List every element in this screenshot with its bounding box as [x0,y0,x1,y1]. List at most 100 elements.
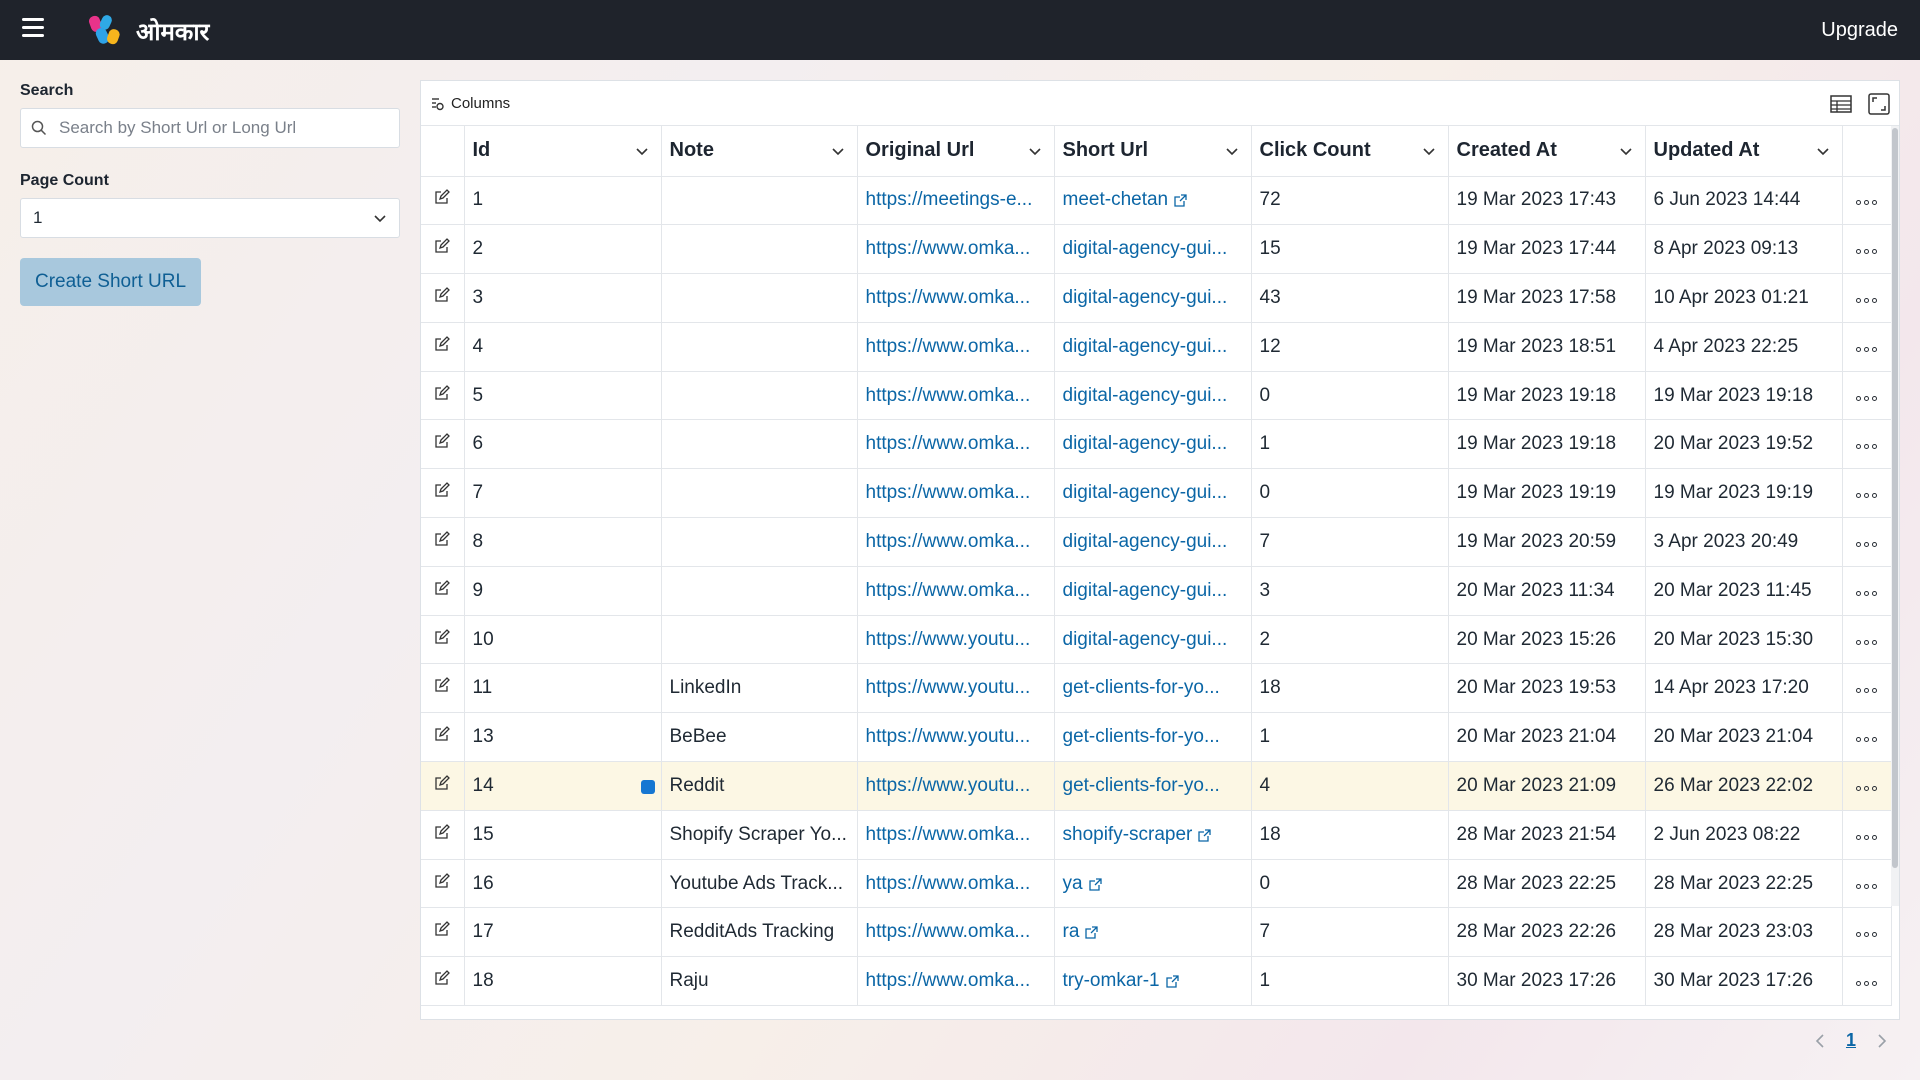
row-actions-cell[interactable] [1842,419,1892,470]
short-url-link[interactable]: ya [1063,873,1083,894]
more-icon[interactable] [1856,932,1877,938]
edit-cell[interactable] [421,371,465,421]
columns-button[interactable]: Columns [431,95,510,112]
create-short-url-button[interactable]: Create Short URL [20,258,202,306]
table-row[interactable]: 10 https://www.youtu... digital-agency-gui… [421,615,1892,665]
chevron-down-icon[interactable] [831,144,845,158]
short-url-link[interactable]: digital-agency-gui... [1063,336,1228,357]
edit-icon[interactable] [434,238,451,254]
density-icon[interactable] [1829,92,1853,116]
edit-cell[interactable] [421,224,465,275]
column-header-original-url[interactable]: Original Url [857,126,1055,177]
edit-cell[interactable] [421,663,465,714]
more-icon[interactable] [1856,737,1877,743]
edit-icon[interactable] [434,189,451,205]
short-url-link[interactable]: get-clients-for-yo... [1063,677,1220,698]
edit-cell[interactable] [421,176,465,226]
original-url-link[interactable]: https://www.omka... [866,287,1031,308]
external-link-icon[interactable] [1165,975,1179,988]
more-icon[interactable] [1856,249,1877,255]
column-header-click-count[interactable]: Click Count [1251,126,1449,177]
original-url-link[interactable]: https://www.omka... [866,531,1031,552]
row-actions-cell[interactable] [1842,663,1892,714]
row-actions-cell[interactable] [1842,176,1892,226]
original-url-link[interactable]: https://www.youtu... [866,775,1031,796]
table-row[interactable]: 4 https://www.omka... digital-agency-gui..… [421,322,1892,372]
row-actions-cell[interactable] [1842,810,1892,860]
row-actions-cell[interactable] [1842,517,1892,567]
more-icon[interactable] [1856,883,1877,889]
more-icon[interactable] [1856,200,1877,206]
short-url-link[interactable]: digital-agency-gui... [1063,287,1228,308]
chevron-down-icon[interactable] [1225,144,1239,158]
edit-icon[interactable] [434,823,451,840]
edit-icon[interactable] [434,726,451,742]
edit-cell[interactable] [421,615,465,665]
short-url-link[interactable]: digital-agency-gui... [1063,580,1228,601]
table-row[interactable]: 15 Shopify Scraper Yo... https://www.omka.… [421,810,1892,860]
short-url-link[interactable]: try-omkar-1 [1063,970,1160,991]
more-icon[interactable] [1856,785,1877,791]
column-header-note[interactable]: Note [661,126,858,177]
row-actions-cell[interactable] [1842,322,1892,372]
short-url-link[interactable]: meet-chetan [1063,189,1169,210]
more-icon[interactable] [1856,444,1877,450]
chevron-down-icon[interactable] [1422,144,1436,158]
edit-cell[interactable] [421,956,465,1007]
original-url-link[interactable]: https://www.omka... [866,482,1031,503]
table-row[interactable]: 9 https://www.omka... digital-agency-gui..… [421,566,1892,616]
row-actions-cell[interactable] [1842,224,1892,275]
table-row[interactable]: 11 LinkedIn https://www.youtu... get-client… [421,663,1892,714]
more-icon[interactable] [1856,395,1877,401]
row-actions-cell[interactable] [1842,907,1892,958]
search-field[interactable] [20,108,400,148]
more-icon[interactable] [1856,541,1877,547]
edit-cell[interactable] [421,273,465,323]
external-link-icon[interactable] [1174,194,1187,208]
external-link-icon[interactable] [1088,877,1102,891]
edit-cell[interactable] [421,517,465,567]
short-url-link[interactable]: digital-agency-gui... [1063,433,1228,454]
original-url-link[interactable]: https://www.omka... [866,970,1031,991]
next-page-icon[interactable] [1876,1033,1888,1049]
table-row[interactable]: 3 https://www.omka... digital-agency-gui..… [421,273,1892,323]
edit-cell[interactable] [421,712,465,763]
prev-page-icon[interactable] [1814,1033,1826,1049]
edit-cell[interactable] [421,468,465,519]
chevron-down-icon[interactable] [1619,144,1633,158]
short-url-link[interactable]: get-clients-for-yo... [1063,775,1220,796]
checkbox-icon[interactable] [640,780,655,795]
table-row[interactable]: 18 Raju https://www.omka... try-omkar-1 1 30 … [421,956,1892,1007]
upgrade-link[interactable]: Upgrade [1821,19,1898,42]
original-url-link[interactable]: https://www.omka... [866,873,1031,894]
row-actions-cell[interactable] [1842,956,1892,1007]
original-url-link[interactable]: https://www.omka... [866,336,1031,357]
edit-cell[interactable] [421,419,465,470]
short-url-link[interactable]: digital-agency-gui... [1063,385,1228,406]
original-url-link[interactable]: https://www.omka... [866,921,1031,942]
short-url-link[interactable]: get-clients-for-yo... [1063,726,1220,747]
search-input[interactable] [59,118,379,138]
edit-cell[interactable] [421,761,465,811]
original-url-link[interactable]: https://meetings-e... [866,189,1033,210]
original-url-link[interactable]: https://www.youtu... [866,629,1031,650]
edit-cell[interactable] [421,322,465,372]
edit-icon[interactable] [434,677,451,693]
edit-icon[interactable] [434,335,451,352]
external-link-icon[interactable] [1198,829,1212,842]
row-actions-cell[interactable] [1842,468,1892,519]
edit-cell[interactable] [421,810,465,860]
table-row[interactable]: 14 Reddit https://www.youtu... get-clients-… [421,761,1892,811]
edit-icon[interactable] [434,433,451,449]
edit-icon[interactable] [434,970,451,986]
more-icon[interactable] [1856,639,1877,645]
vertical-scrollbar[interactable] [1891,126,1899,906]
short-url-link[interactable]: shopify-scraper [1063,824,1193,845]
short-url-link[interactable]: digital-agency-gui... [1063,531,1228,552]
more-icon[interactable] [1856,834,1877,840]
current-page[interactable]: 1 [1846,1030,1856,1051]
short-url-link[interactable]: digital-agency-gui... [1063,238,1228,259]
column-header-id[interactable]: Id [464,126,662,177]
fullscreen-icon[interactable] [1867,92,1891,116]
edit-icon[interactable] [434,482,451,498]
